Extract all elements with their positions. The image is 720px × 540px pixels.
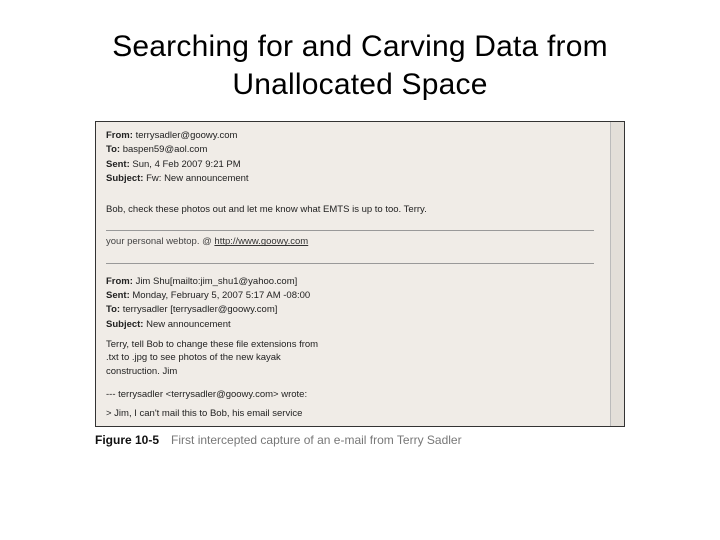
figure-container: From: terrysadler@goowy.com To: baspen59… (95, 121, 625, 447)
divider-2 (106, 263, 594, 264)
email2-to-row: To: terrysadler [terrysadler@goowy.com] (106, 303, 614, 316)
email2-quote-separator: --- terrysadler <terrysadler@goowy.com> … (106, 388, 614, 401)
email1-from-value: terrysadler@goowy.com (136, 130, 238, 141)
email1-to-label: To: (106, 144, 120, 155)
email2-to-value: terrysadler [terrysadler@goowy.com] (123, 304, 278, 315)
email1-webtop-line: your personal webtop. @ http://www.goowy… (106, 235, 614, 248)
email2-sent-value: Monday, February 5, 2007 5:17 AM -08:00 (132, 290, 310, 301)
email1-webtop-prefix: your personal webtop. @ (106, 236, 214, 247)
email1-subject-row: Subject: Fw: New announcement (106, 172, 614, 185)
email2-sent-label: Sent: (106, 290, 130, 301)
email2-subject-value: New announcement (146, 319, 231, 330)
email1-to-value: baspen59@aol.com (123, 144, 208, 155)
scrollbar-gutter (610, 122, 624, 426)
email2-body-line3: construction. Jim (106, 365, 614, 378)
slide-title: Searching for and Carving Data from Unal… (40, 28, 680, 103)
email1-from-row: From: terrysadler@goowy.com (106, 129, 614, 142)
email2-subject-label: Subject: (106, 319, 143, 330)
email2-body-line2: .txt to .jpg to see photos of the new ka… (106, 351, 614, 364)
figure-label: Figure 10-5 (95, 433, 159, 447)
email1-sent-label: Sent: (106, 159, 130, 170)
divider-1 (106, 230, 594, 231)
email2-subject-row: Subject: New announcement (106, 318, 614, 331)
email2-from-label: From: (106, 276, 133, 287)
email1-webtop-url: http://www.goowy.com (214, 236, 308, 247)
email2-body-line1: Terry, tell Bob to change these file ext… (106, 338, 614, 351)
slide: Searching for and Carving Data from Unal… (0, 0, 720, 540)
email1-subject-value: Fw: New announcement (146, 173, 248, 184)
email1-sent-value: Sun, 4 Feb 2007 9:21 PM (132, 159, 240, 170)
spacer (106, 268, 614, 274)
email1-body: Bob, check these photos out and let me k… (106, 203, 614, 216)
figure-caption-row: Figure 10-5 First intercepted capture of… (95, 433, 625, 447)
email1-sent-row: Sent: Sun, 4 Feb 2007 9:21 PM (106, 158, 614, 171)
email1-from-label: From: (106, 130, 133, 141)
email2-quoted-line: > Jim, I can't mail this to Bob, his ema… (106, 407, 614, 420)
email2-sent-row: Sent: Monday, February 5, 2007 5:17 AM -… (106, 289, 614, 302)
email2-from-value: Jim Shu[mailto:jim_shu1@yahoo.com] (136, 276, 298, 287)
email1-to-row: To: baspen59@aol.com (106, 143, 614, 156)
email2-to-label: To: (106, 304, 120, 315)
email-screenshot: From: terrysadler@goowy.com To: baspen59… (95, 121, 625, 427)
email2-from-row: From: Jim Shu[mailto:jim_shu1@yahoo.com] (106, 275, 614, 288)
email1-subject-label: Subject: (106, 173, 143, 184)
figure-caption-text: First intercepted capture of an e-mail f… (171, 433, 462, 447)
